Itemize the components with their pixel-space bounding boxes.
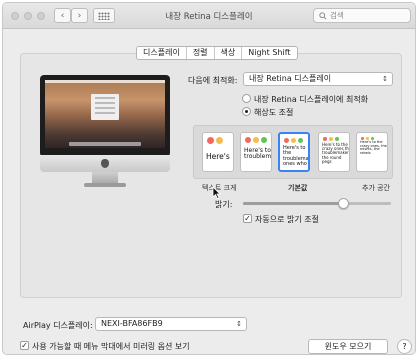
radio-scaled[interactable] bbox=[242, 107, 251, 116]
apple-logo-icon bbox=[101, 159, 109, 168]
resolution-option-2[interactable]: Here's to troublem bbox=[240, 132, 272, 172]
resolution-option-default[interactable]: Here's to the troublemake ones who bbox=[278, 132, 310, 172]
optimize-label: 다음에 최적화: bbox=[188, 76, 238, 85]
resolution-option-larger-text[interactable]: Here's bbox=[202, 132, 234, 172]
airplay-display-popup[interactable]: NEXI-BFA86FB9 ↕ bbox=[95, 317, 247, 331]
help-button[interactable]: ? bbox=[397, 339, 412, 354]
tab-arrangement[interactable]: 정렬 bbox=[187, 47, 215, 59]
up-down-chevron-icon: ↕ bbox=[382, 75, 388, 83]
airplay-value: NEXI-BFA86FB9 bbox=[101, 319, 163, 328]
thumb-text-5: Here's to the crazy ones, the misfits, t… bbox=[360, 140, 387, 156]
tab-display[interactable]: 디스플레이 bbox=[137, 47, 187, 59]
thumb-text-3: Here's to the troublemake ones who bbox=[283, 145, 309, 167]
thumb-text-2: Here's to troublem bbox=[244, 147, 272, 161]
optimize-value: 내장 Retina 디스플레이 bbox=[249, 74, 332, 83]
thumb-text-1: Here's bbox=[206, 152, 230, 161]
gather-windows-button[interactable]: 윈도우 모으기 bbox=[308, 339, 388, 354]
search-placeholder: 검색 bbox=[330, 11, 344, 20]
up-down-chevron-icon: ↕ bbox=[236, 320, 242, 328]
radio-optimized[interactable] bbox=[242, 94, 251, 103]
brightness-slider-fill bbox=[243, 202, 344, 205]
display-preferences-window: ‹ › 내장 Retina 디스플레이 검색 디스플레이 정렬 색상 Night… bbox=[2, 2, 416, 355]
tab-color[interactable]: 색상 bbox=[215, 47, 243, 59]
brightness-label: 밝기: bbox=[215, 200, 233, 209]
scale-label-default: 기본값 bbox=[288, 184, 308, 192]
tab-bar: 디스플레이 정렬 색상 Night Shift bbox=[136, 46, 298, 60]
airplay-label: AirPlay 디스플레이: bbox=[23, 321, 93, 330]
auto-brightness-checkbox[interactable]: ✓ bbox=[243, 214, 252, 223]
radio-scaled-label: 해상도 조절 bbox=[254, 108, 294, 117]
auto-brightness-label: 자동으로 밝기 조절 bbox=[255, 215, 319, 224]
mirroring-options-checkbox[interactable]: ✓ bbox=[20, 341, 29, 350]
title-bar: ‹ › 내장 Retina 디스플레이 검색 bbox=[3, 3, 415, 29]
radio-optimized-label: 내장 Retina 디스플레이에 최적화 bbox=[254, 95, 369, 104]
search-icon bbox=[319, 11, 327, 20]
thumb-text-4: Here's to the crazy ones the troublemake… bbox=[322, 142, 350, 164]
resolution-option-more-space[interactable]: Here's to the crazy ones, the misfits, t… bbox=[356, 132, 388, 172]
desktop-preview bbox=[45, 80, 165, 148]
tab-night-shift[interactable]: Night Shift bbox=[242, 47, 296, 59]
mirroring-options-label: 사용 가능할 때 메뉴 막대에서 미러링 옵션 보기 bbox=[32, 342, 190, 351]
search-field[interactable]: 검색 bbox=[313, 8, 411, 23]
mouse-pointer-icon bbox=[212, 186, 221, 199]
imac-illustration bbox=[40, 75, 170, 190]
resolution-options: Here's Here's to troublem Here's to the … bbox=[193, 125, 393, 179]
scale-label-more-space: 추가 공간 bbox=[362, 184, 390, 192]
resolution-option-4[interactable]: Here's to the crazy ones the troublemake… bbox=[318, 132, 350, 172]
brightness-slider[interactable] bbox=[243, 202, 391, 205]
optimize-for-popup[interactable]: 내장 Retina 디스플레이 ↕ bbox=[243, 72, 393, 86]
